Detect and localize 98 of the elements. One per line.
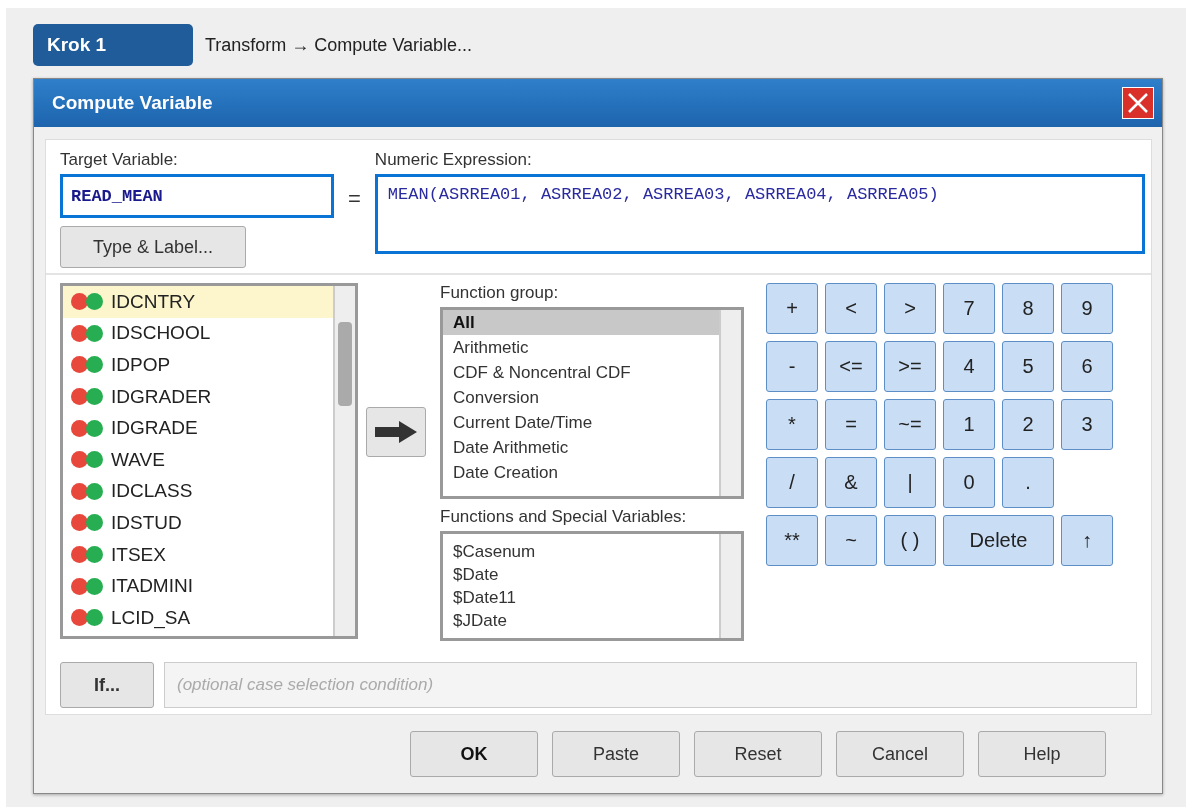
keypad-key[interactable]: Delete — [943, 515, 1054, 566]
keypad-key[interactable]: 1 — [943, 399, 995, 450]
variable-item[interactable]: ITSEX — [63, 538, 333, 571]
right-arrow-icon — [375, 421, 417, 443]
variable-item[interactable]: IDSCHOOL — [63, 317, 333, 350]
variable-type-icon — [71, 293, 103, 311]
variable-name: IDCNTRY — [111, 290, 196, 313]
keypad-key[interactable]: <= — [825, 341, 877, 392]
keypad-key[interactable]: 2 — [1002, 399, 1054, 450]
keypad-key[interactable]: < — [825, 283, 877, 334]
variable-name: IDSCHOOL — [111, 322, 211, 345]
keypad-key[interactable]: 8 — [1002, 283, 1054, 334]
keypad-key[interactable]: 5 — [1002, 341, 1054, 392]
dialog-button[interactable]: Help — [978, 731, 1106, 777]
keypad-key[interactable]: > — [884, 283, 936, 334]
function-group-item[interactable]: Current Date/Time — [443, 410, 719, 435]
variable-item[interactable]: LCID_SA — [63, 601, 333, 634]
keypad-key[interactable]: 7 — [943, 283, 995, 334]
keypad-key[interactable]: - — [766, 341, 818, 392]
variable-name: ITADMINI — [111, 575, 193, 598]
variable-name: IDSTUD — [111, 511, 182, 534]
keypad-key[interactable]: & — [825, 457, 877, 508]
keypad-key[interactable]: ~= — [884, 399, 936, 450]
keypad-key[interactable]: >= — [884, 341, 936, 392]
if-button[interactable]: If... — [60, 662, 154, 708]
dialog-button[interactable]: Reset — [694, 731, 822, 777]
variable-item[interactable]: IDGRADE — [63, 412, 333, 444]
close-button[interactable] — [1122, 87, 1154, 119]
close-icon — [1127, 92, 1149, 114]
equals-sign: = — [348, 186, 361, 213]
list-label: Function group: — [440, 283, 560, 303]
scrollbar[interactable] — [333, 286, 355, 636]
keypad-key[interactable]: 6 — [1061, 341, 1113, 392]
function-group-item[interactable]: Date Arithmetic — [443, 435, 719, 460]
keypad-key[interactable]: ** — [766, 515, 818, 566]
keypad-key[interactable]: ↑ — [1061, 515, 1113, 566]
variable-type-icon — [71, 546, 103, 564]
window-title: Compute Variable — [52, 92, 213, 114]
keypad-key[interactable]: = — [825, 399, 877, 450]
variable-type-icon — [71, 514, 103, 532]
dialog-button[interactable]: OK — [410, 731, 538, 777]
dialog-button[interactable]: Paste — [552, 731, 680, 777]
variable-type-icon — [71, 388, 103, 406]
function-group-item[interactable]: All — [443, 310, 719, 335]
variable-name: IDGRADER — [111, 385, 212, 408]
function-group-item[interactable]: Conversion — [443, 385, 719, 410]
keypad-key[interactable]: 3 — [1061, 399, 1113, 450]
keypad-key[interactable]: . — [1002, 457, 1054, 508]
keypad-key[interactable]: * — [766, 399, 818, 450]
keypad-key[interactable]: 4 — [943, 341, 995, 392]
function-group-item[interactable]: CDF & Noncentral CDF — [443, 360, 719, 385]
expression-field[interactable]: MEAN(ASRREA01, ASRREA02, ASRREA03, ASRREA04, ASRREA05) — [374, 174, 1145, 254]
variable-type-icon — [71, 609, 103, 627]
function-group-item[interactable]: Date Creation — [443, 460, 719, 485]
function-item[interactable]: $Date11 — [443, 586, 719, 609]
variable-name: IDGRADE — [111, 417, 198, 440]
target-variable-field[interactable]: READ_MEAN — [60, 174, 334, 218]
field-label: Target Variable: — [60, 150, 179, 170]
function-item[interactable]: $JDate — [443, 609, 719, 632]
type-label-button[interactable]: Type & Label... — [60, 226, 246, 268]
variable-item[interactable]: WAVE — [63, 443, 333, 476]
scrollbar-thumb[interactable] — [338, 322, 352, 406]
keypad-key[interactable]: ~ — [825, 515, 877, 566]
variable-name: ITSEX — [111, 543, 166, 566]
variable-item[interactable]: IDCNTRY — [63, 286, 333, 318]
scrollbar[interactable] — [719, 310, 741, 496]
variable-type-icon — [71, 482, 103, 500]
menu-path: Transform → Compute Variable... — [205, 34, 473, 56]
variable-name: IDPOP — [111, 354, 171, 376]
keypad-key[interactable]: ( ) — [884, 515, 936, 566]
function-item[interactable]: $Date — [443, 563, 719, 586]
keypad-key[interactable]: + — [766, 283, 818, 334]
condition-field[interactable]: (optional case selection condition) — [164, 662, 1137, 708]
variable-type-icon — [71, 577, 103, 595]
variable-type-icon — [71, 356, 103, 374]
function-item[interactable]: $Casenum — [443, 540, 719, 563]
variable-name: LCID_SA — [111, 606, 191, 629]
variable-type-icon — [71, 419, 103, 437]
variable-item[interactable]: IDGRADER — [63, 380, 333, 413]
variable-item[interactable]: IDSTUD — [63, 507, 333, 539]
variable-type-icon — [71, 451, 103, 469]
keypad-key[interactable]: 9 — [1061, 283, 1113, 334]
function-group-item[interactable]: Arithmetic — [443, 335, 719, 360]
variable-name: WAVE — [111, 448, 165, 471]
field-label: Numeric Expression: — [374, 150, 533, 170]
keypad-key[interactable]: / — [766, 457, 818, 508]
keypad-key[interactable]: | — [884, 457, 936, 508]
list-label: Functions and Special Variables: — [440, 507, 688, 527]
keypad-key[interactable]: 0 — [943, 457, 995, 508]
variable-type-icon — [71, 324, 103, 342]
move-button[interactable] — [366, 407, 426, 457]
step-badge: Krok 1 — [33, 24, 193, 66]
variable-name: IDCLASS — [111, 480, 193, 503]
variable-item[interactable]: ITADMINI — [63, 570, 333, 602]
variable-item[interactable]: IDPOP — [63, 349, 333, 381]
dialog-button[interactable]: Cancel — [836, 731, 964, 777]
variable-item[interactable]: IDCLASS — [63, 475, 333, 508]
scrollbar[interactable] — [719, 534, 741, 638]
